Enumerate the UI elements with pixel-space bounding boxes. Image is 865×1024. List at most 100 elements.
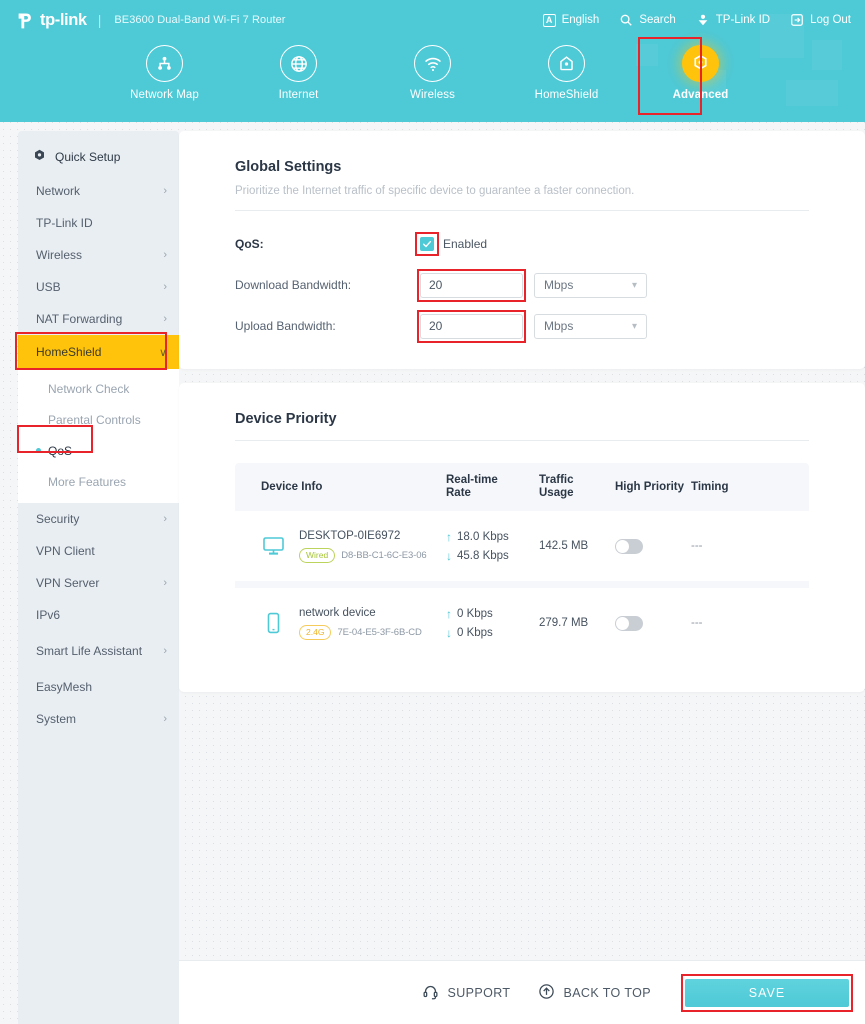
language-button[interactable]: A English (542, 13, 600, 27)
divider (235, 440, 809, 441)
download-bandwidth-input[interactable] (420, 272, 523, 298)
sidebar-item-vpn-client[interactable]: VPN Client (18, 535, 179, 567)
column-timing: Timing (691, 481, 729, 493)
sidebar-item-network-check[interactable]: Network Check (18, 373, 179, 404)
column-high-priority: High Priority (615, 481, 685, 493)
device-priority-card: Device Priority Device Info Real-time Ra… (179, 383, 865, 692)
globe-icon (280, 45, 317, 82)
header-divider: | (97, 12, 102, 28)
sidebar-label: HomeShield (36, 345, 102, 359)
sidebar-label: More Features (48, 474, 127, 489)
tplink-id-button[interactable]: TP-Link ID (696, 13, 770, 27)
sidebar-item-network[interactable]: Network › (18, 175, 179, 207)
brand-logo[interactable]: tp-link | BE3600 Dual-Band Wi-Fi 7 Route… (16, 10, 286, 31)
device-priority-table: Device Info Real-time Rate Traffic Usage… (235, 463, 809, 658)
sidebar-menu: Quick Setup Network › TP-Link ID Wireles… (18, 131, 179, 1024)
tplink-logo-icon (16, 10, 37, 31)
qos-enabled-checkbox[interactable] (420, 237, 434, 251)
download-unit-select[interactable]: Mbps ▾ (534, 272, 647, 298)
sidebar-label: TP-Link ID (36, 216, 93, 230)
connection-tag: 2.4G (299, 624, 332, 640)
nav-internet[interactable]: Internet (232, 40, 366, 101)
upload-unit-value: Mbps (544, 319, 574, 333)
search-label: Search (639, 14, 676, 26)
sidebar-item-ipv6[interactable]: IPv6 (18, 599, 179, 631)
global-settings-card: Global Settings Prioritize the Internet … (179, 131, 865, 369)
column-device-info: Device Info (261, 481, 323, 493)
chevron-right-icon: › (163, 513, 167, 525)
sidebar-item-usb[interactable]: USB › (18, 271, 179, 303)
high-priority-toggle[interactable] (615, 538, 643, 554)
chevron-right-icon: › (163, 577, 167, 589)
sidebar-label: Quick Setup (55, 150, 121, 164)
upload-bandwidth-row: Upload Bandwidth: Mbps ▾ (235, 309, 809, 343)
sidebar-label: Network (36, 184, 81, 198)
arrow-down-icon: ↓ (446, 548, 452, 563)
table-row[interactable]: DESKTOP-0IE6972 Wired D8-BB-C1-6C-E3-06 (235, 511, 809, 581)
sidebar-item-wireless[interactable]: Wireless › (18, 239, 179, 271)
sidebar-item-tp-link-id[interactable]: TP-Link ID (18, 207, 179, 239)
sidebar-item-system[interactable]: System › (18, 703, 179, 735)
sidebar-label: Wireless (36, 248, 83, 262)
chevron-right-icon: › (163, 281, 167, 293)
logout-button[interactable]: Log Out (790, 13, 851, 27)
logout-label: Log Out (810, 14, 851, 26)
divider (235, 210, 809, 211)
device-mac: 7E-04-E5-3F-6B-CD (337, 626, 422, 638)
support-button[interactable]: SUPPORT (422, 983, 510, 1003)
back-to-top-button[interactable]: BACK TO TOP (538, 983, 651, 1003)
desktop-icon (261, 534, 286, 558)
nav-label: Network Map (130, 89, 199, 101)
sidebar: Quick Setup Network › TP-Link ID Wireles… (0, 122, 179, 1024)
sidebar-item-security[interactable]: Security › (18, 503, 179, 535)
sidebar-item-vpn-server[interactable]: VPN Server › (18, 567, 179, 599)
quick-setup-icon (32, 148, 47, 166)
table-row[interactable]: network device 2.4G 7E-04-E5-3F-6B-CD ↑ (235, 588, 809, 658)
device-name: DESKTOP-0IE6972 (299, 529, 401, 542)
page-body: Quick Setup Network › TP-Link ID Wireles… (0, 122, 865, 1024)
global-settings-title: Global Settings (235, 159, 342, 175)
search-button[interactable]: Search (619, 13, 676, 27)
chevron-right-icon: › (163, 185, 167, 197)
sidebar-item-quick-setup[interactable]: Quick Setup (18, 139, 179, 175)
save-button[interactable]: SAVE (685, 978, 849, 1007)
upload-bandwidth-label: Upload Bandwidth: (235, 319, 336, 333)
sidebar-label: NAT Forwarding (36, 312, 123, 326)
upload-unit-select[interactable]: Mbps ▾ (534, 313, 647, 339)
sidebar-item-homeshield[interactable]: HomeShield ∨ (18, 335, 179, 369)
high-priority-toggle[interactable] (615, 615, 643, 631)
page-header: tp-link | BE3600 Dual-Band Wi-Fi 7 Route… (0, 0, 865, 122)
back-to-top-label: BACK TO TOP (563, 985, 651, 1000)
nav-advanced[interactable]: Advanced (634, 37, 768, 115)
nav-label: Wireless (410, 89, 455, 101)
sidebar-label: IPv6 (36, 608, 61, 622)
sidebar-item-qos[interactable]: QoS (18, 435, 179, 466)
support-label: SUPPORT (447, 985, 511, 1000)
sidebar-label: EasyMesh (36, 680, 93, 694)
language-label: English (561, 14, 600, 26)
language-icon: A (542, 13, 556, 27)
nav-homeshield[interactable]: HomeShield (500, 40, 634, 101)
sidebar-item-smart-life-assistant[interactable]: Smart Life Assistant › (18, 631, 179, 671)
logout-icon (790, 13, 804, 27)
download-rate: 0 Kbps (457, 626, 493, 639)
tplink-id-label: TP-Link ID (715, 14, 771, 26)
upload-rate: 18.0 Kbps (457, 530, 509, 543)
column-line-1: Real-time (446, 474, 498, 486)
nav-network-map[interactable]: Network Map (98, 40, 232, 101)
upload-bandwidth-input[interactable] (420, 313, 523, 339)
sidebar-submenu-homeshield: Network Check Parental Controls QoS More… (18, 369, 179, 503)
sidebar-item-easymesh[interactable]: EasyMesh (18, 671, 179, 703)
sidebar-item-nat-forwarding[interactable]: NAT Forwarding › (18, 303, 179, 335)
page-footer: SUPPORT BACK TO TOP SAVE (179, 960, 865, 1024)
headset-icon (422, 983, 439, 1003)
main-navigation: Network Map Internet Wireless HomeShield… (0, 37, 865, 122)
main-content: Global Settings Prioritize the Internet … (179, 122, 865, 1024)
chevron-down-icon: ▾ (631, 279, 637, 291)
sidebar-label: Smart Life Assistant (36, 643, 143, 658)
sidebar-item-more-features[interactable]: More Features (18, 466, 179, 497)
sidebar-item-parental-controls[interactable]: Parental Controls (18, 404, 179, 435)
nav-wireless[interactable]: Wireless (366, 40, 500, 101)
download-unit-value: Mbps (544, 278, 574, 292)
arrow-up-circle-icon (538, 983, 555, 1003)
